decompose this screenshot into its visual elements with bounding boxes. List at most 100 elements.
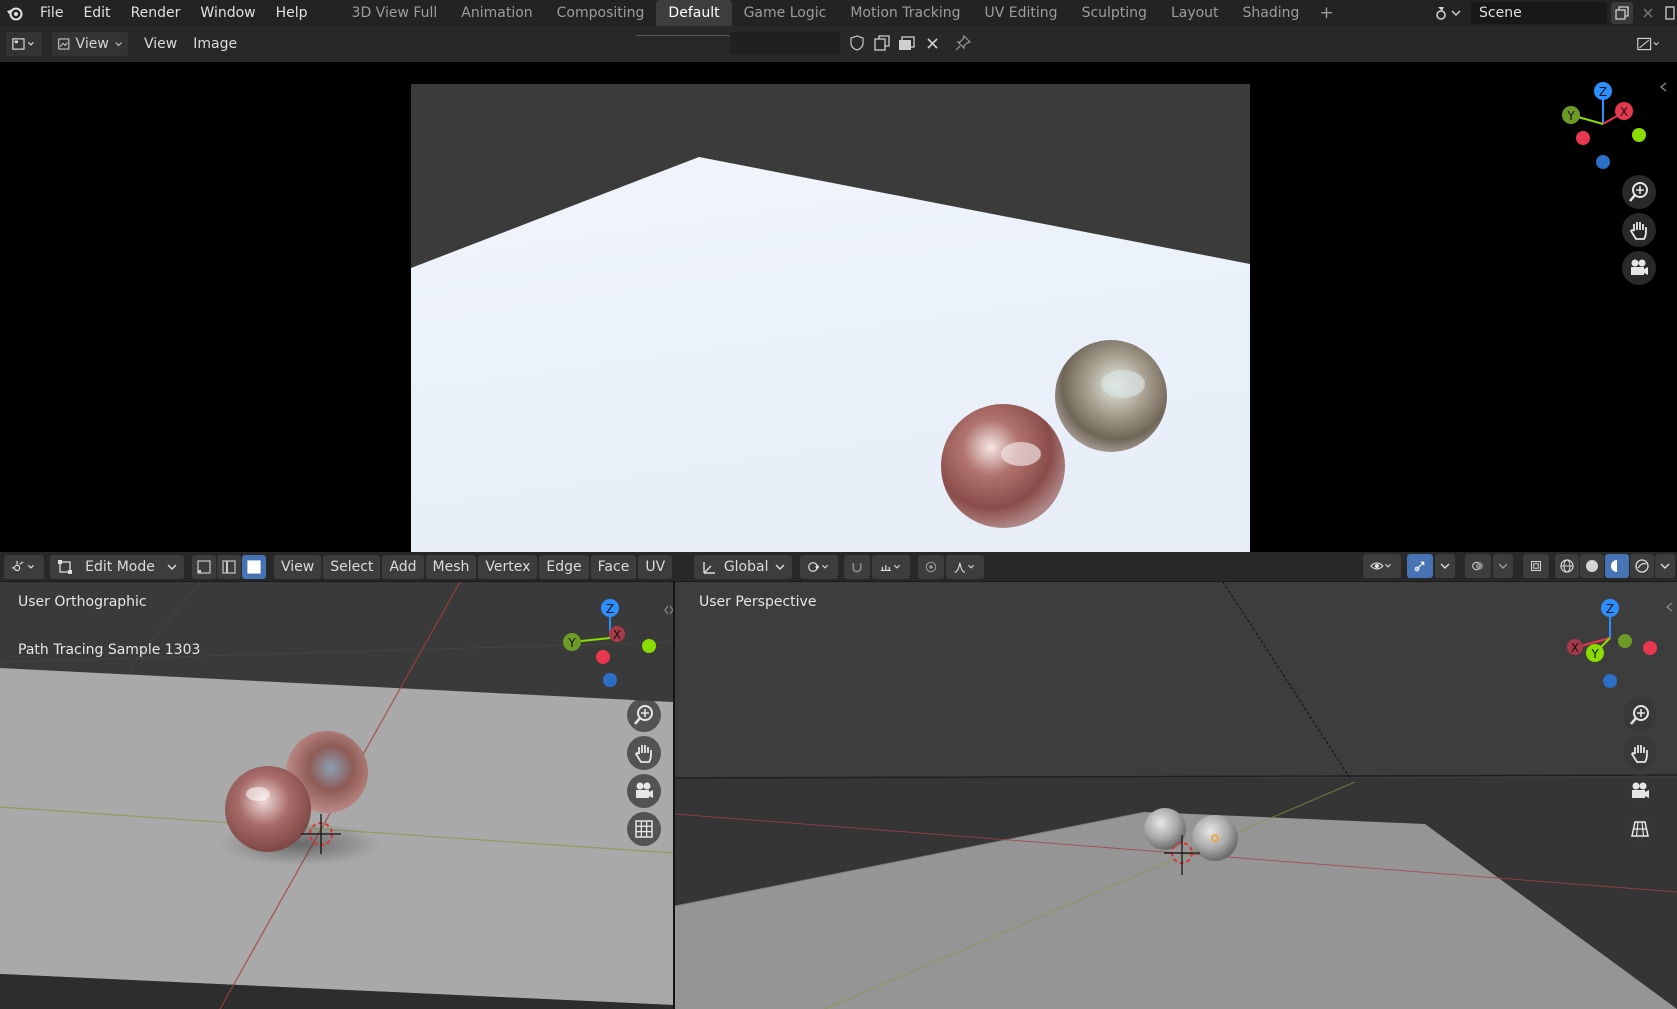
menu-file[interactable]: File — [30, 0, 73, 26]
gizmo-toggle-icon[interactable] — [1407, 554, 1433, 578]
delete-scene-icon[interactable] — [1637, 2, 1659, 24]
image-name-field[interactable] — [730, 32, 840, 54]
menu-help[interactable]: Help — [266, 0, 318, 26]
open-image-icon[interactable] — [896, 32, 918, 54]
blender-logo-icon[interactable] — [0, 0, 30, 26]
pan-hand-icon[interactable] — [627, 736, 661, 770]
wireframe-shading-icon[interactable] — [1555, 554, 1579, 578]
menu-view-3d[interactable]: View — [274, 554, 322, 579]
edge-select-icon[interactable] — [217, 554, 241, 579]
tab-uv-editing[interactable]: UV Editing — [973, 0, 1070, 26]
scene-name-field[interactable]: Scene — [1471, 2, 1607, 24]
menu-window[interactable]: Window — [190, 0, 265, 26]
menu-render[interactable]: Render — [121, 0, 191, 26]
snap-icon[interactable] — [844, 554, 871, 579]
resize-arrows-icon[interactable] — [664, 604, 673, 616]
chevron-down-icon — [167, 564, 177, 570]
tab-sculpting[interactable]: Sculpting — [1070, 0, 1159, 26]
xray-toggle-icon[interactable] — [1523, 554, 1549, 578]
svg-text:Y: Y — [1566, 109, 1575, 123]
shading-mode-group — [1555, 554, 1677, 578]
transform-orientation-dropdown[interactable]: Global — [694, 554, 793, 579]
pin-icon[interactable] — [952, 32, 974, 54]
top-bar: File Edit Render Window Help 3D View Ful… — [0, 0, 1677, 26]
mode-dropdown[interactable]: Edit Mode — [50, 554, 184, 579]
perspective-grid-icon[interactable] — [1623, 812, 1657, 846]
solid-shading-icon[interactable] — [1580, 554, 1604, 578]
view-mode-dropdown[interactable]: View — [52, 32, 128, 56]
menu-mesh[interactable]: Mesh — [425, 554, 477, 579]
viewport-right[interactable]: User Perspective Z X Y — [675, 582, 1677, 1009]
menu-image[interactable]: Image — [185, 36, 245, 52]
svg-text:Y: Y — [567, 636, 576, 650]
viewport-left[interactable]: User Orthographic Path Tracing Sample 13… — [0, 582, 673, 1009]
add-workspace-button[interactable]: + — [1311, 0, 1341, 26]
svg-text:Z: Z — [1599, 85, 1607, 99]
svg-text:X: X — [1620, 105, 1628, 119]
view-layer-icon[interactable] — [1663, 2, 1677, 24]
menu-edit[interactable]: Edit — [73, 0, 120, 26]
pan-hand-icon[interactable] — [1623, 736, 1657, 770]
view-name-label: User Perspective — [699, 594, 817, 610]
chevron-down-icon[interactable] — [1493, 554, 1513, 578]
menu-add[interactable]: Add — [382, 554, 424, 579]
tab-layout[interactable]: Layout — [1159, 0, 1231, 26]
navigation-gizmo[interactable]: Z X Y — [555, 590, 665, 690]
tab-game-logic[interactable]: Game Logic — [732, 0, 839, 26]
tab-compositing[interactable]: Compositing — [545, 0, 657, 26]
material-shading-icon[interactable] — [1605, 554, 1629, 578]
menu-edge[interactable]: Edge — [539, 554, 589, 579]
scene-selector-area: Scene — [1427, 0, 1677, 26]
falloff-icon[interactable] — [946, 554, 985, 579]
image-icon — [58, 38, 70, 50]
camera-icon[interactable] — [1622, 251, 1656, 285]
visibility-eye-icon[interactable] — [1363, 554, 1401, 578]
pan-hand-icon[interactable] — [1622, 213, 1656, 247]
tab-default[interactable]: Default — [656, 0, 732, 26]
svg-text:Z: Z — [1606, 602, 1614, 616]
camera-icon[interactable] — [627, 774, 661, 808]
chevron-down-icon — [775, 564, 785, 570]
sidebar-toggle-icon[interactable] — [1665, 602, 1675, 612]
ortho-grid-icon[interactable] — [627, 812, 661, 846]
zoom-icon[interactable] — [1623, 698, 1657, 732]
menu-select[interactable]: Select — [323, 554, 381, 579]
snap-target-icon[interactable] — [872, 554, 911, 579]
rendered-shading-icon[interactable] — [1630, 554, 1654, 578]
menu-uv[interactable]: UV — [638, 554, 673, 579]
tab-animation[interactable]: Animation — [449, 0, 544, 26]
menu-vertex[interactable]: Vertex — [478, 554, 538, 579]
tab-motion-tracking[interactable]: Motion Tracking — [838, 0, 972, 26]
sidebar-toggle-icon[interactable] — [1659, 82, 1669, 92]
svg-text:Y: Y — [1590, 647, 1599, 661]
navigation-gizmo[interactable]: Z X Y — [1550, 74, 1660, 174]
overlays-icon[interactable] — [1465, 554, 1491, 578]
proportional-edit-icon[interactable] — [918, 554, 945, 579]
fake-user-shield-icon[interactable] — [846, 32, 868, 54]
editor-type-3d-icon[interactable] — [4, 554, 44, 579]
new-image-icon[interactable] — [871, 32, 893, 54]
new-scene-icon[interactable] — [1611, 2, 1633, 24]
camera-icon[interactable] — [1623, 774, 1657, 808]
vertex-select-icon[interactable] — [192, 554, 216, 579]
menu-face[interactable]: Face — [590, 554, 637, 579]
image-display-mode-icon[interactable] — [1631, 32, 1667, 56]
zoom-icon[interactable] — [1622, 175, 1656, 209]
image-editor-viewport[interactable]: Z X Y — [0, 62, 1677, 557]
image-slot-divider — [636, 35, 730, 36]
chevron-down-icon[interactable] — [1435, 554, 1455, 578]
tab-3d-view-full[interactable]: 3D View Full — [340, 0, 450, 26]
editor-type-icon[interactable] — [6, 32, 42, 56]
zoom-icon[interactable] — [627, 698, 661, 732]
chevron-down-icon[interactable] — [1655, 554, 1675, 578]
navigation-gizmo[interactable]: Z X Y — [1555, 590, 1665, 690]
svg-text:X: X — [613, 628, 621, 642]
pivot-point-icon[interactable] — [800, 554, 839, 579]
workspace-tabs: 3D View Full Animation Compositing Defau… — [340, 0, 1342, 26]
tab-shading[interactable]: Shading — [1231, 0, 1312, 26]
menu-view[interactable]: View — [136, 36, 185, 52]
chevron-down-icon — [115, 42, 122, 47]
face-select-icon[interactable] — [242, 554, 266, 579]
close-icon[interactable] — [921, 32, 943, 54]
scene-browse-icon[interactable] — [1427, 2, 1467, 24]
